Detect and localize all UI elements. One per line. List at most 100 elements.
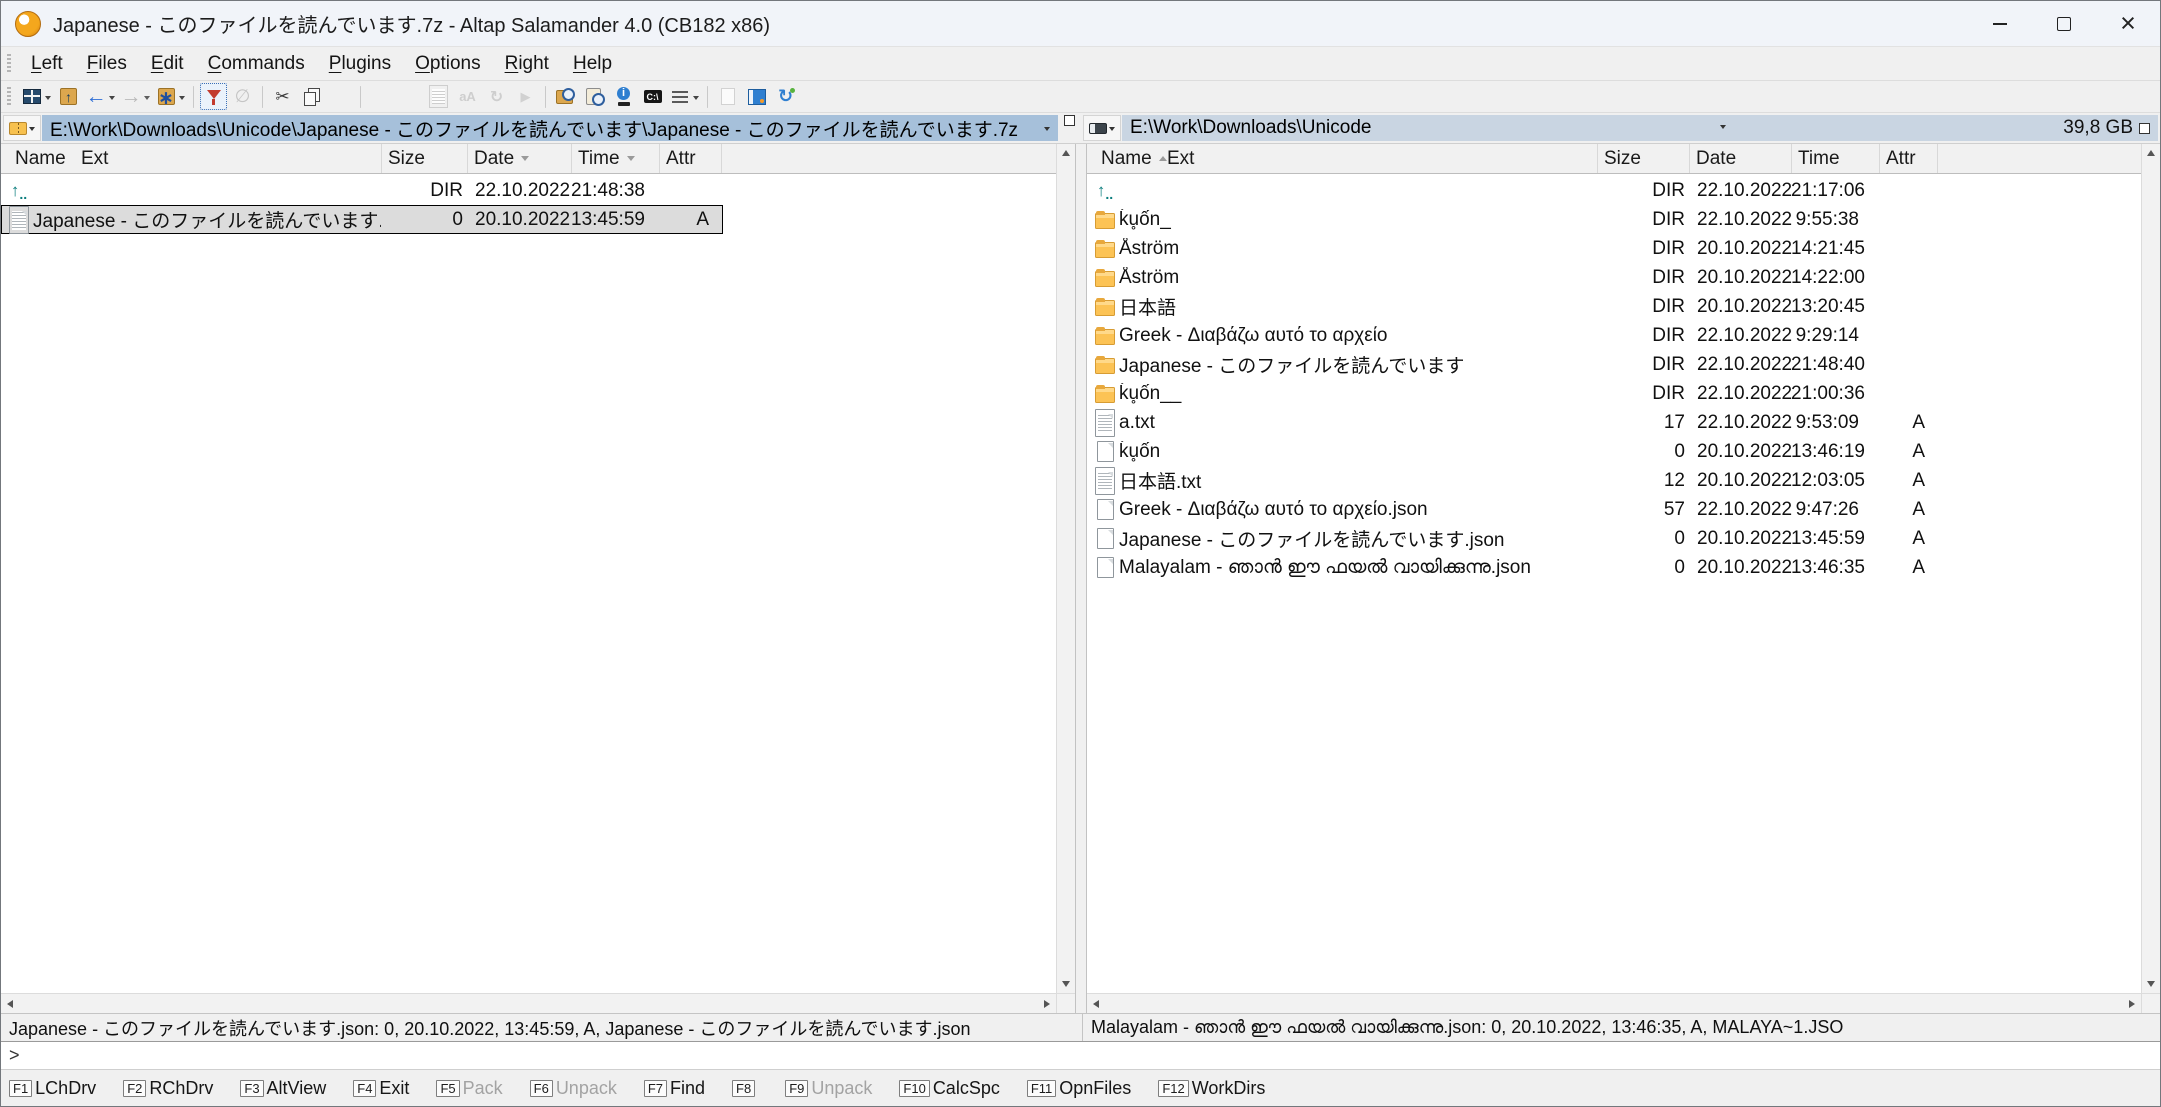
right-drive-button[interactable] <box>1083 115 1121 141</box>
file-row[interactable]: Japanese - このファイルを読んでいます.json 0 20.10.20… <box>1087 524 1939 553</box>
scroll-down-icon[interactable] <box>1057 975 1075 993</box>
file-row[interactable]: Greek - Διαβάζω αυτό το αρχείο.json 57 2… <box>1087 495 1939 524</box>
scroll-left-icon[interactable] <box>1087 995 1105 1013</box>
function-key-button[interactable]: F8 <box>732 1080 758 1097</box>
column-header-attr[interactable]: Attr <box>1879 144 1937 173</box>
maximize-button[interactable] <box>2032 1 2096 46</box>
function-key-button[interactable]: F9 Unpack <box>785 1078 872 1099</box>
view-menu-icon[interactable] <box>668 83 701 110</box>
function-key-button[interactable]: F7 Find <box>644 1078 705 1099</box>
column-header-ext[interactable]: Ext <box>1161 144 1597 173</box>
left-drive-button[interactable] <box>3 115 41 141</box>
column-header-size[interactable]: Size <box>1597 144 1689 173</box>
forward-icon[interactable] <box>119 83 152 110</box>
find-duplicates-icon[interactable] <box>581 83 608 110</box>
file-row[interactable]: ḱu̥ốn 0 20.10.2022 13:46:19 A <box>1087 437 1939 466</box>
hot-paths-icon[interactable] <box>154 83 187 110</box>
file-list-icon[interactable] <box>425 83 452 110</box>
shell-icon[interactable] <box>639 83 666 110</box>
scroll-right-icon[interactable] <box>1038 995 1056 1013</box>
scroll-up-icon[interactable] <box>1057 144 1075 162</box>
back-icon[interactable] <box>84 83 117 110</box>
right-vertical-scrollbar[interactable] <box>2141 144 2160 993</box>
left-horizontal-scrollbar[interactable] <box>1 993 1056 1013</box>
column-header-date[interactable]: Date <box>467 144 571 173</box>
menu-grip[interactable] <box>7 54 11 74</box>
up-dir-icon[interactable] <box>55 83 82 110</box>
menu-item[interactable]: Options <box>403 50 492 78</box>
copy-icon[interactable] <box>298 83 325 110</box>
right-horizontal-scrollbar[interactable] <box>1087 993 2141 1013</box>
function-key-button[interactable]: F5 Pack <box>436 1078 502 1099</box>
drive-info-icon[interactable] <box>610 83 637 110</box>
paste-shortcut-icon[interactable] <box>396 83 423 110</box>
function-key-button[interactable]: F10 CalcSpc <box>899 1078 999 1099</box>
right-path-bar[interactable]: E:\Work\Downloads\Unicode 39,8 GB <box>1122 115 2158 141</box>
filter-icon[interactable] <box>200 83 227 110</box>
left-panel-zoom-button[interactable] <box>1064 115 1075 126</box>
minimize-button[interactable] <box>1968 1 2032 46</box>
refresh-icon[interactable] <box>772 83 799 110</box>
close-button[interactable]: × <box>2096 1 2160 46</box>
file-row[interactable]: Åström DIR 20.10.2022 14:21:45 <box>1087 234 1939 263</box>
right-path-dropdown-icon[interactable] <box>1720 125 1726 132</box>
column-header-name[interactable]: Name <box>1095 144 1161 173</box>
paste-special-icon[interactable] <box>367 83 394 110</box>
command-line[interactable]: > <box>1 1041 2160 1070</box>
function-key-button[interactable]: F4 Exit <box>353 1078 409 1099</box>
toolbar-grip[interactable] <box>7 87 11 107</box>
function-key-button[interactable]: F6 Unpack <box>530 1078 617 1099</box>
convert-icon[interactable] <box>483 83 510 110</box>
find-icon[interactable] <box>552 83 579 110</box>
user-menu-icon[interactable] <box>743 83 770 110</box>
file-row[interactable]: Malayalam - ഞാൻ ഈ ഫയൽ വായിക്കുന്നു.json … <box>1087 553 1939 582</box>
no-filter-icon[interactable] <box>229 83 256 110</box>
file-row[interactable]: Åström DIR 20.10.2022 14:22:00 <box>1087 263 1939 292</box>
column-header-size[interactable]: Size <box>381 144 467 173</box>
right-panel-zoom-button[interactable] <box>2139 123 2150 134</box>
file-row[interactable]: Japanese - このファイルを読んでいます DIR 22.10.2022 … <box>1087 350 1939 379</box>
file-row[interactable]: DIR 22.10.2022 21:17:06 <box>1087 176 1939 205</box>
column-header-time[interactable]: Time <box>571 144 659 173</box>
file-row[interactable]: Japanese - このファイルを読んでいます.json 0 20.10.20… <box>1 205 723 234</box>
pack-icon[interactable] <box>512 83 539 110</box>
menu-item[interactable]: Help <box>561 50 624 78</box>
column-header-attr[interactable]: Attr <box>659 144 721 173</box>
function-key-button[interactable]: F3 AltView <box>240 1078 326 1099</box>
panel-splitter[interactable] <box>1075 144 1087 1013</box>
column-header-name[interactable]: Name <box>9 144 75 173</box>
cut-icon[interactable] <box>269 83 296 110</box>
file-row[interactable]: 日本語 DIR 20.10.2022 13:20:45 <box>1087 292 1939 321</box>
file-row[interactable]: ḱu̥ốn__ DIR 22.10.2022 21:00:36 <box>1087 379 1939 408</box>
function-key-button[interactable]: F12 WorkDirs <box>1158 1078 1265 1099</box>
function-key-button[interactable]: F2 RChDrv <box>123 1078 213 1099</box>
column-header-ext[interactable]: Ext <box>75 144 381 173</box>
menu-item[interactable]: Left <box>19 50 75 78</box>
scroll-right-icon[interactable] <box>2123 995 2141 1013</box>
file-row[interactable]: DIR 22.10.2022 21:48:38 <box>1 176 723 205</box>
left-path-dropdown-icon[interactable] <box>1044 127 1050 134</box>
column-header-time[interactable]: Time <box>1791 144 1879 173</box>
scroll-down-icon[interactable] <box>2142 975 2160 993</box>
menu-item[interactable]: Files <box>75 50 139 78</box>
menu-item[interactable]: Commands <box>196 50 317 78</box>
paste-icon[interactable] <box>327 83 354 110</box>
function-key-button[interactable]: F11 OpnFiles <box>1027 1078 1131 1099</box>
scroll-up-icon[interactable] <box>2142 144 2160 162</box>
scroll-left-icon[interactable] <box>1 995 19 1013</box>
file-row[interactable]: ḱu̥ốn_ DIR 22.10.2022 9:55:38 <box>1087 205 1939 234</box>
file-time: 9:47:26 <box>1791 499 1879 521</box>
panel-layout-icon[interactable] <box>20 83 53 110</box>
function-key-button[interactable]: F1 LChDrv <box>9 1078 96 1099</box>
left-path-bar[interactable]: E:\Work\Downloads\Unicode\Japanese - このフ… <box>42 115 1058 141</box>
new-file-icon[interactable] <box>714 83 741 110</box>
file-row[interactable]: a.txt 17 22.10.2022 9:53:09 A <box>1087 408 1939 437</box>
menu-item[interactable]: Edit <box>139 50 196 78</box>
change-case-icon[interactable] <box>454 83 481 110</box>
menu-item[interactable]: Right <box>493 50 561 78</box>
file-row[interactable]: 日本語.txt 12 20.10.2022 12:03:05 A <box>1087 466 1939 495</box>
column-header-date[interactable]: Date <box>1689 144 1791 173</box>
left-vertical-scrollbar[interactable] <box>1056 144 1075 993</box>
menu-item[interactable]: Plugins <box>317 50 403 78</box>
file-row[interactable]: Greek - Διαβάζω αυτό το αρχείο DIR 22.10… <box>1087 321 1939 350</box>
